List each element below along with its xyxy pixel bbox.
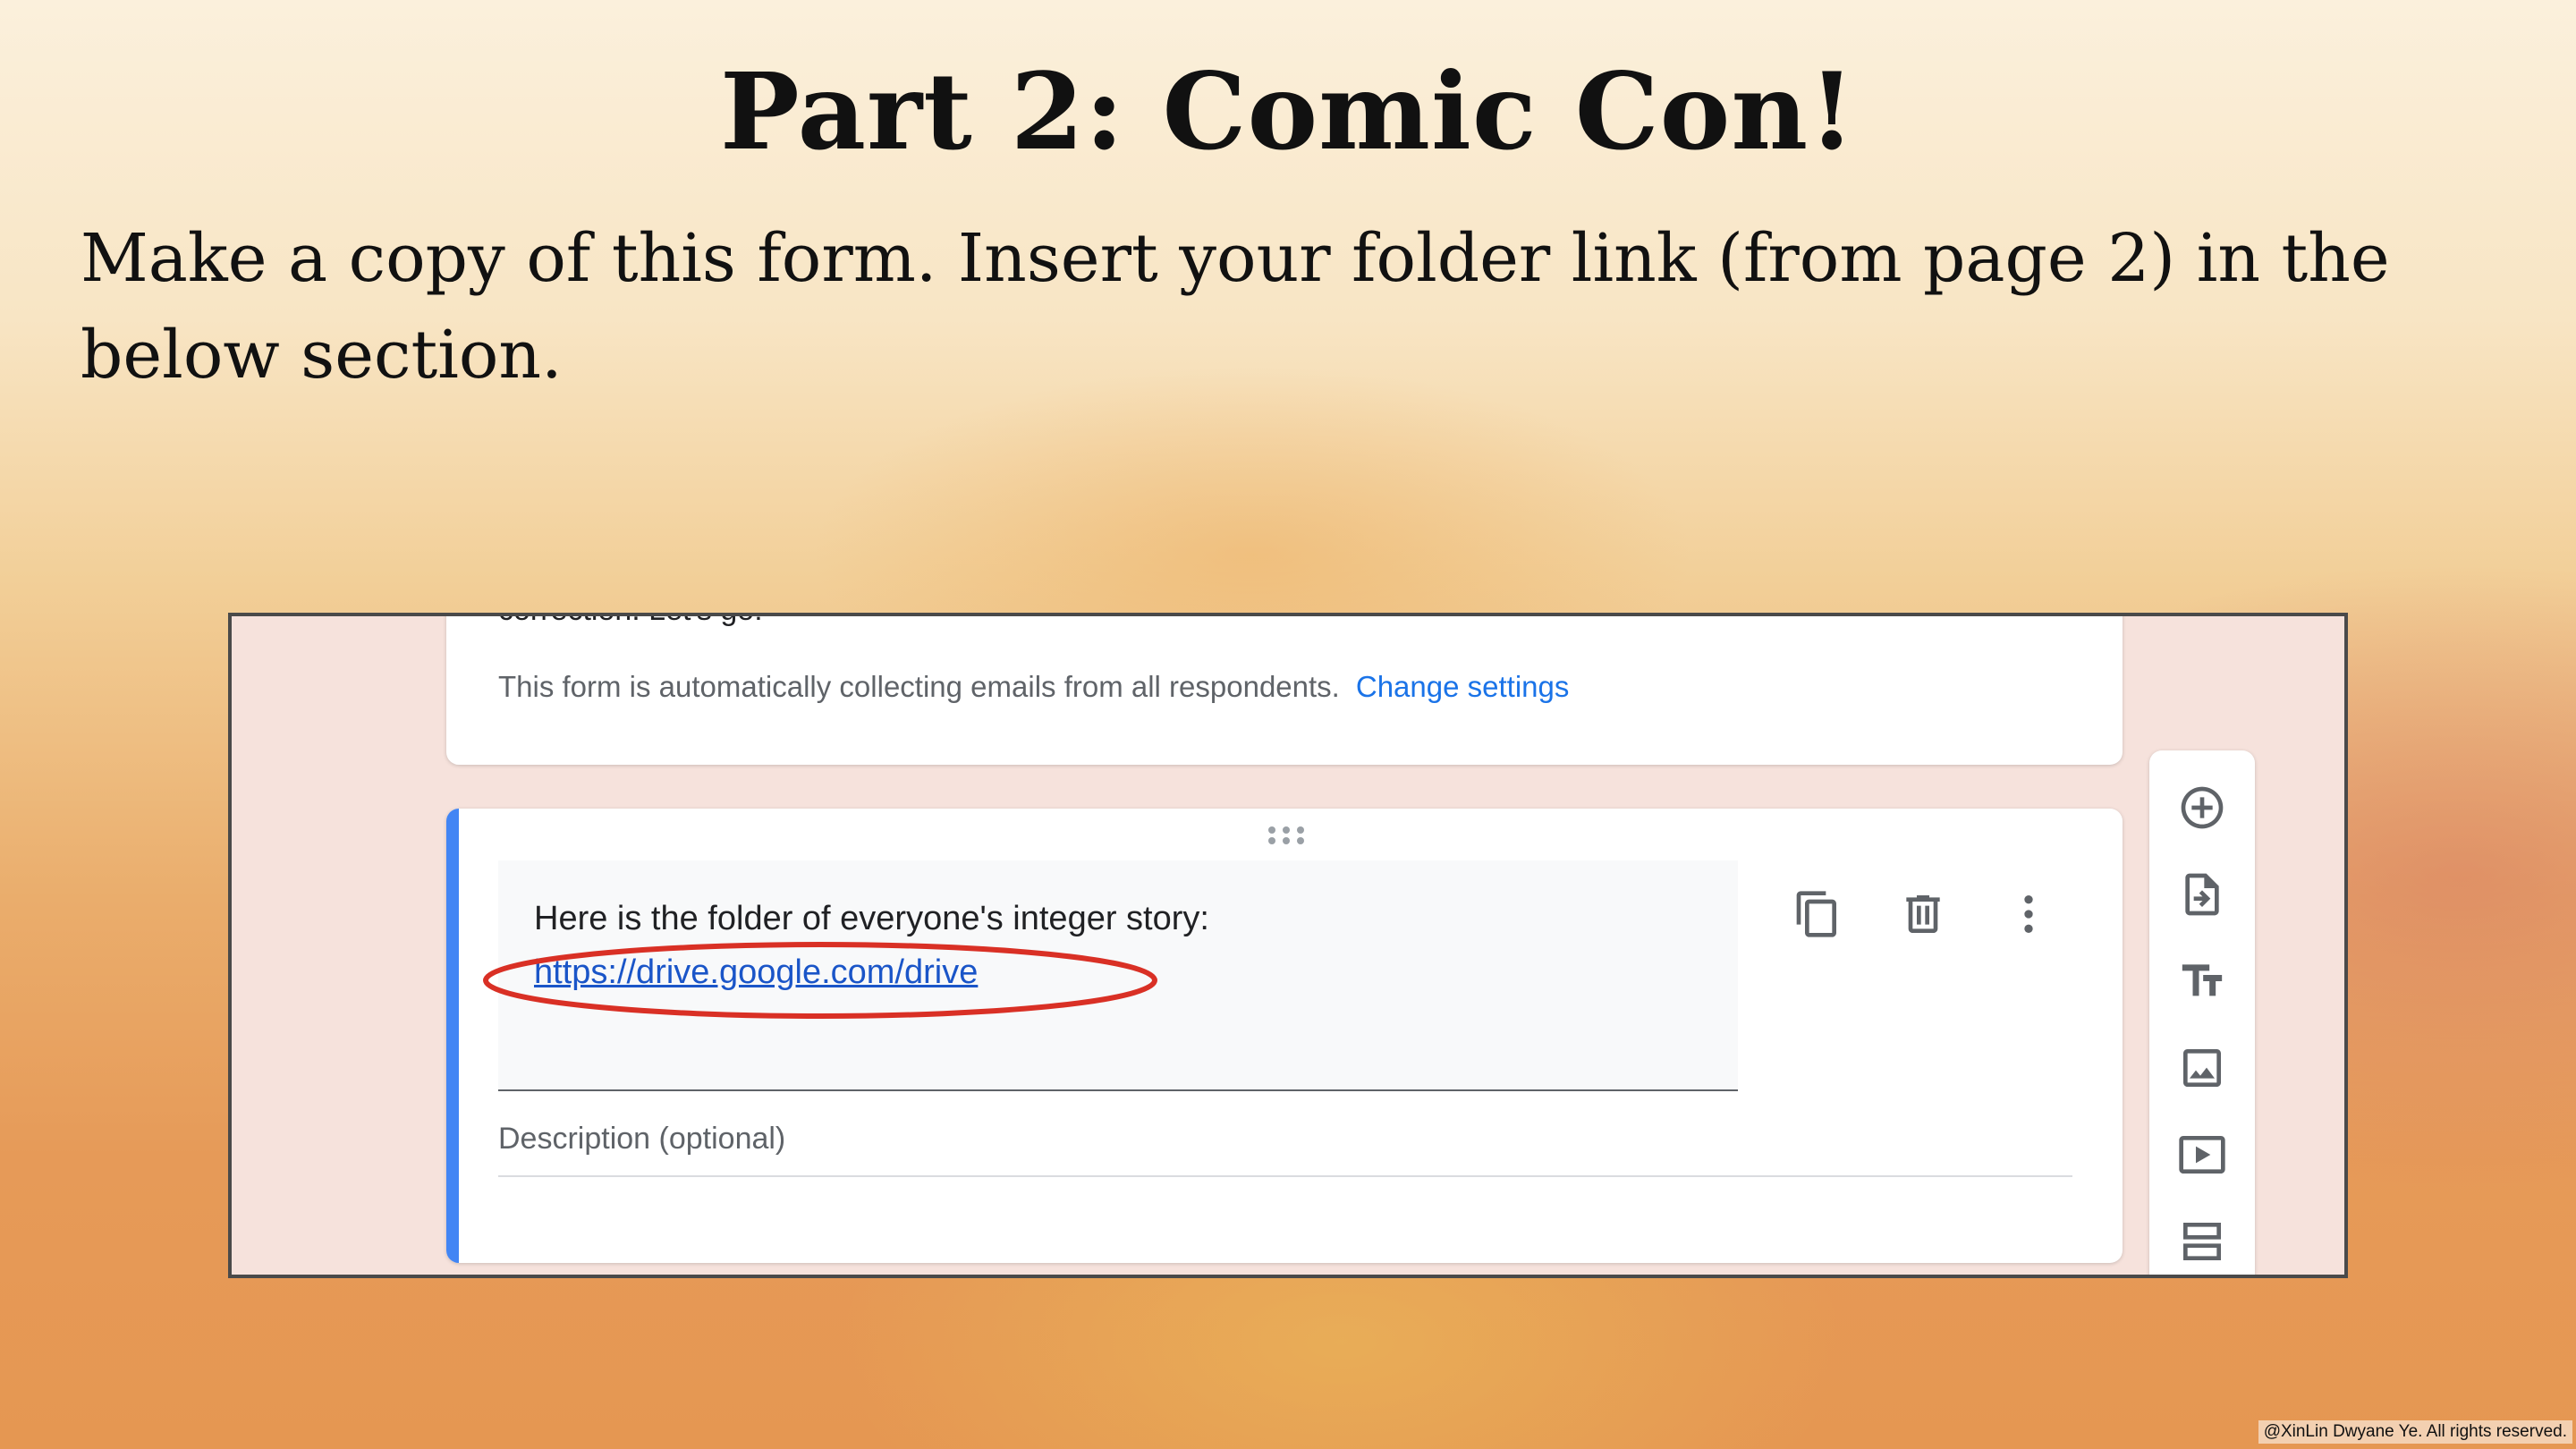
drag-handle-icon[interactable] (1267, 825, 1306, 846)
email-notice-text: This form is automatically collecting em… (498, 670, 1340, 703)
slide-instructions: Make a copy of this form. Insert your fo… (80, 220, 2390, 394)
add-section-icon[interactable] (2177, 1216, 2227, 1267)
question-card[interactable]: Here is the folder of everyone's integer… (446, 809, 2123, 1263)
add-title-icon[interactable] (2177, 956, 2227, 1006)
copyright-notice: @XinLin Dwyane Ye. All rights reserved. (2258, 1420, 2572, 1444)
form-header-card: correction. Let's go! This form is autom… (446, 616, 2123, 765)
email-notice: This form is automatically collecting em… (498, 670, 1569, 704)
more-vert-icon[interactable] (2004, 889, 2054, 939)
add-video-icon[interactable] (2177, 1130, 2227, 1180)
active-card-accent (446, 809, 459, 1263)
title-field[interactable]: Here is the folder of everyone's integer… (483, 860, 1738, 1091)
form-description-text: correction. Let's go! (498, 616, 763, 628)
duplicate-icon[interactable] (1792, 889, 1843, 939)
form-screenshot: correction. Let's go! This form is autom… (228, 613, 2348, 1278)
folder-link[interactable]: https://drive.google.com/drive (534, 953, 978, 992)
add-question-icon[interactable] (2177, 783, 2227, 833)
description-field[interactable]: Description (optional) (498, 1122, 2072, 1177)
delete-icon[interactable] (1898, 889, 1948, 939)
add-image-icon[interactable] (2177, 1043, 2227, 1093)
side-toolbar (2149, 750, 2255, 1275)
import-questions-icon[interactable] (2177, 869, 2227, 919)
slide-title: Part 2: Comic Con! (720, 49, 1856, 174)
change-settings-link[interactable]: Change settings (1356, 670, 1570, 703)
item-title-text[interactable]: Here is the folder of everyone's integer… (534, 900, 1209, 938)
